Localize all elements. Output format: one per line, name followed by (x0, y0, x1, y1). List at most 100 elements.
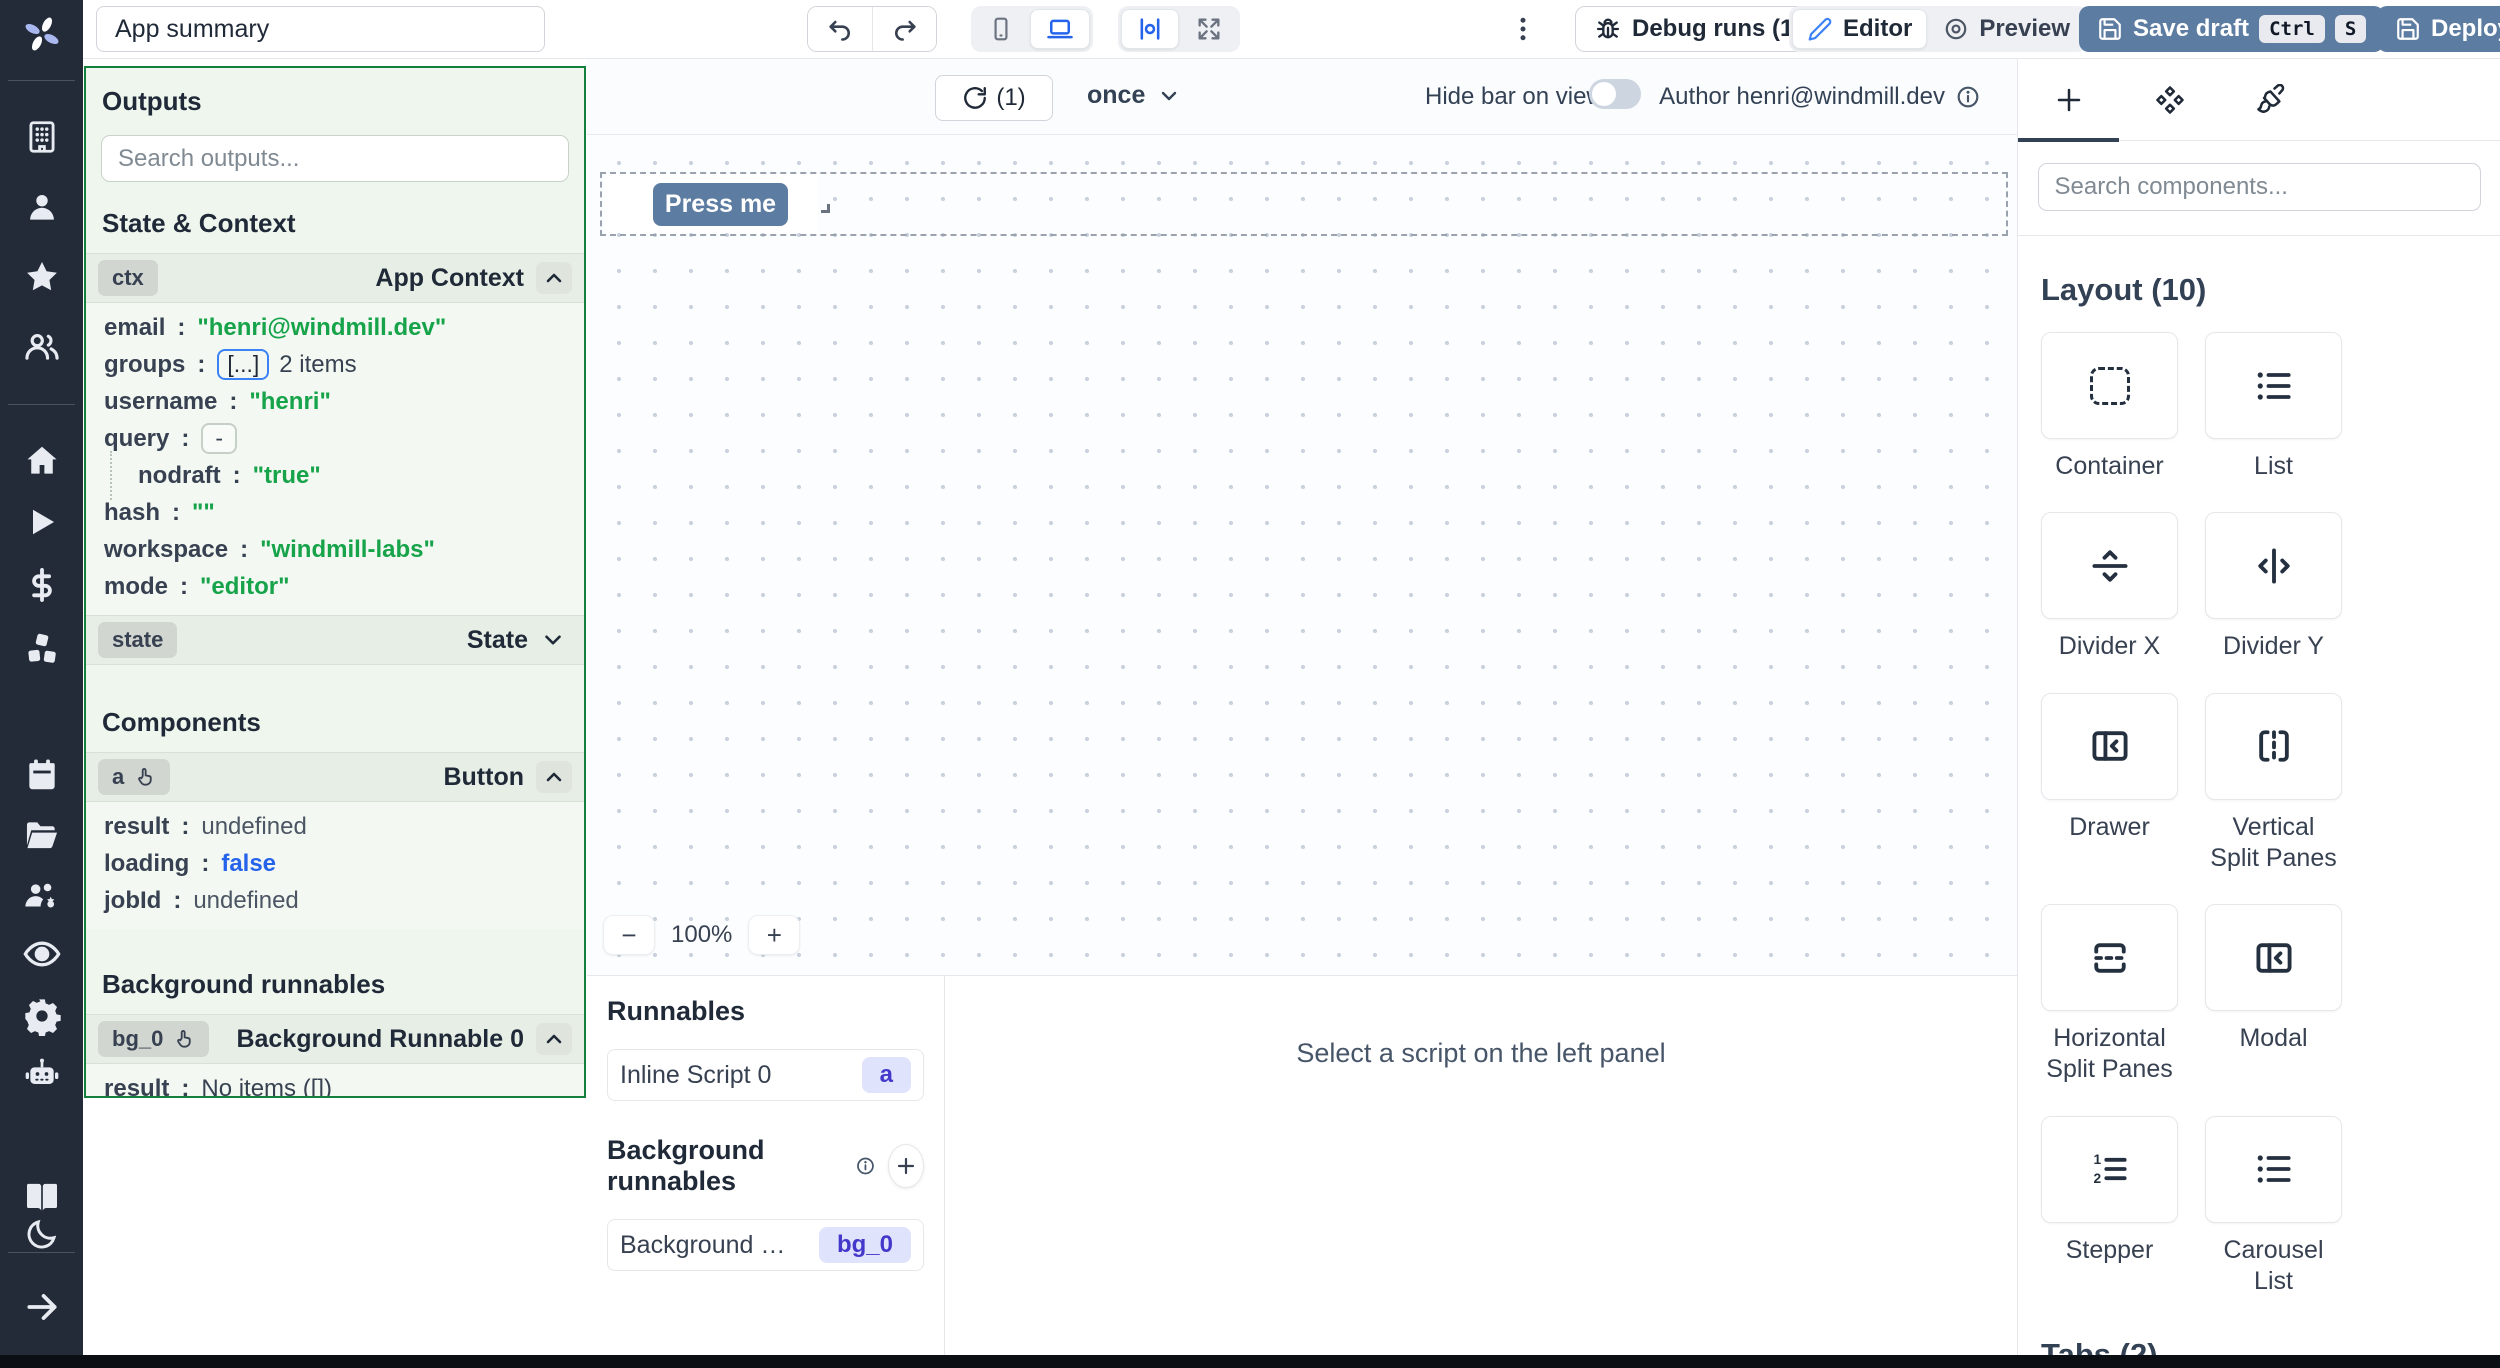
zoom-in-button[interactable]: + (748, 915, 800, 955)
more-options-button[interactable] (1508, 12, 1538, 46)
horizontal-split-icon (2088, 936, 2132, 980)
plus-icon (2054, 85, 2084, 115)
book-icon[interactable] (0, 1178, 83, 1218)
drawer-icon (2088, 724, 2132, 768)
state-section-header[interactable]: state State (86, 615, 584, 665)
component-card-divider-x[interactable]: Divider X (2041, 512, 2178, 662)
component-card-container[interactable]: Container (2041, 332, 2178, 482)
component-card-carousel-list[interactable]: Carousel List (2205, 1116, 2342, 1298)
bg0-label: Background Runnable 0 (236, 1025, 524, 1054)
calendar-icon[interactable] (0, 756, 83, 794)
component-card-horizontal-split[interactable]: Horizontal Split Panes (2041, 904, 2178, 1086)
component-card-modal[interactable]: Modal (2205, 904, 2342, 1086)
save-draft-button[interactable]: Save draft Ctrl S (2079, 6, 2384, 52)
bg0-badge[interactable]: bg_0 (98, 1021, 209, 1057)
debug-runs-button[interactable]: Debug runs (1) (1575, 6, 1820, 52)
outputs-column: Outputs State & Context ctx App Context … (83, 59, 587, 1354)
refresh-icon (962, 85, 988, 111)
star-icon[interactable] (0, 258, 83, 296)
canvas-area: (1) once Hide bar on view Author henri@w… (587, 59, 2017, 1368)
divider-y-icon (2252, 544, 2296, 588)
list-icon (2252, 364, 2296, 408)
tab-theme-styling[interactable] (2220, 59, 2321, 140)
output-row: workspace:"windmill-labs" (86, 531, 584, 568)
component-card-drawer[interactable]: Drawer (2041, 693, 2178, 875)
ctx-badge[interactable]: ctx (98, 260, 158, 296)
expand-object-chip[interactable]: - (201, 423, 237, 454)
component-a-header[interactable]: a Button (86, 752, 584, 802)
info-icon[interactable] (855, 1153, 876, 1179)
home-icon[interactable] (0, 442, 83, 480)
center-align-button[interactable] (1121, 9, 1179, 49)
robot-icon[interactable] (0, 1054, 83, 1094)
gear-icon[interactable] (0, 996, 83, 1036)
eye-icon[interactable] (0, 934, 83, 974)
users-icon[interactable] (0, 328, 83, 366)
carousel-list-icon (2252, 1147, 2296, 1191)
windmill-logo-icon[interactable] (0, 14, 83, 54)
tab-insert-component[interactable] (2018, 59, 2119, 140)
canvas-grid[interactable]: Press me − 100% + (587, 135, 2017, 975)
alignment-toggle (1118, 6, 1240, 52)
undo-button[interactable] (808, 7, 872, 51)
ctx-section-header[interactable]: ctx App Context (86, 253, 584, 303)
layout-group-header: Layout (10) (2041, 272, 2500, 308)
background-runnable-item[interactable]: Background Runna... bg_0 (607, 1219, 924, 1271)
cubes-icon[interactable] (0, 630, 83, 668)
divider-x-icon (2088, 544, 2132, 588)
info-icon[interactable] (1955, 84, 1981, 110)
tab-settings-components[interactable] (2119, 59, 2220, 140)
search-outputs-input[interactable] (101, 135, 569, 182)
expand-array-chip[interactable]: [...] (217, 349, 269, 380)
mobile-view-button[interactable] (974, 9, 1028, 49)
output-row: mode:"editor" (86, 568, 584, 605)
fullscreen-button[interactable] (1181, 9, 1237, 49)
expand-state-button[interactable] (540, 627, 566, 653)
diamonds-icon (2154, 84, 2186, 116)
users-gear-icon[interactable] (0, 878, 83, 916)
tab-preview[interactable]: Preview (1929, 9, 2084, 49)
moon-icon[interactable] (0, 1216, 83, 1252)
preview-label: Preview (1979, 15, 2070, 43)
search-components-input[interactable] (2038, 163, 2481, 211)
state-label: State (467, 626, 528, 655)
add-background-runnable-button[interactable] (888, 1144, 924, 1188)
collapse-bg0-button[interactable] (536, 1023, 572, 1055)
redo-button[interactable] (872, 7, 936, 51)
building-icon[interactable] (0, 118, 83, 156)
deploy-label: Deploy (2431, 15, 2500, 43)
component-a-badge[interactable]: a (98, 759, 170, 795)
collapse-ctx-button[interactable] (536, 262, 572, 294)
state-badge[interactable]: state (98, 622, 177, 658)
hide-bar-toggle[interactable] (1589, 79, 1641, 109)
deploy-button[interactable]: Deploy (2377, 6, 2500, 52)
folder-icon[interactable] (0, 816, 83, 854)
pointer-icon (173, 1028, 195, 1050)
inline-script-item[interactable]: Inline Script 0 a (607, 1049, 924, 1101)
arrow-right-icon[interactable] (0, 1288, 83, 1326)
empty-script-hint: Select a script on the left panel (945, 1038, 2017, 1069)
press-me-button[interactable]: Press me (653, 183, 788, 226)
app-summary-input[interactable] (96, 6, 545, 52)
tab-editor[interactable]: Editor (1792, 9, 1927, 49)
hide-bar-label: Hide bar on view (1425, 83, 1604, 111)
refresh-button[interactable]: (1) (935, 75, 1053, 121)
zoom-out-button[interactable]: − (603, 915, 655, 955)
schedule-select[interactable]: once (1087, 81, 1181, 110)
component-card-vertical-split[interactable]: Vertical Split Panes (2205, 693, 2342, 875)
collapse-component-a-button[interactable] (536, 761, 572, 793)
output-row: result:undefined (86, 808, 584, 845)
editor-label: Editor (1843, 15, 1912, 43)
play-icon[interactable] (0, 504, 83, 540)
component-card-stepper[interactable]: 12 Stepper (2041, 1116, 2178, 1298)
desktop-view-button[interactable] (1030, 9, 1090, 49)
button-component-block[interactable]: Press me (605, 175, 818, 233)
user-icon[interactable] (0, 188, 83, 226)
dollar-icon[interactable] (0, 566, 83, 604)
component-card-divider-y[interactable]: Divider Y (2205, 512, 2342, 662)
runnables-title: Runnables (607, 996, 924, 1027)
resize-handle[interactable] (821, 204, 830, 213)
component-card-list[interactable]: List (2205, 332, 2342, 482)
bg0-section-header[interactable]: bg_0 Background Runnable 0 (86, 1014, 584, 1064)
output-row: query:- (86, 420, 584, 457)
